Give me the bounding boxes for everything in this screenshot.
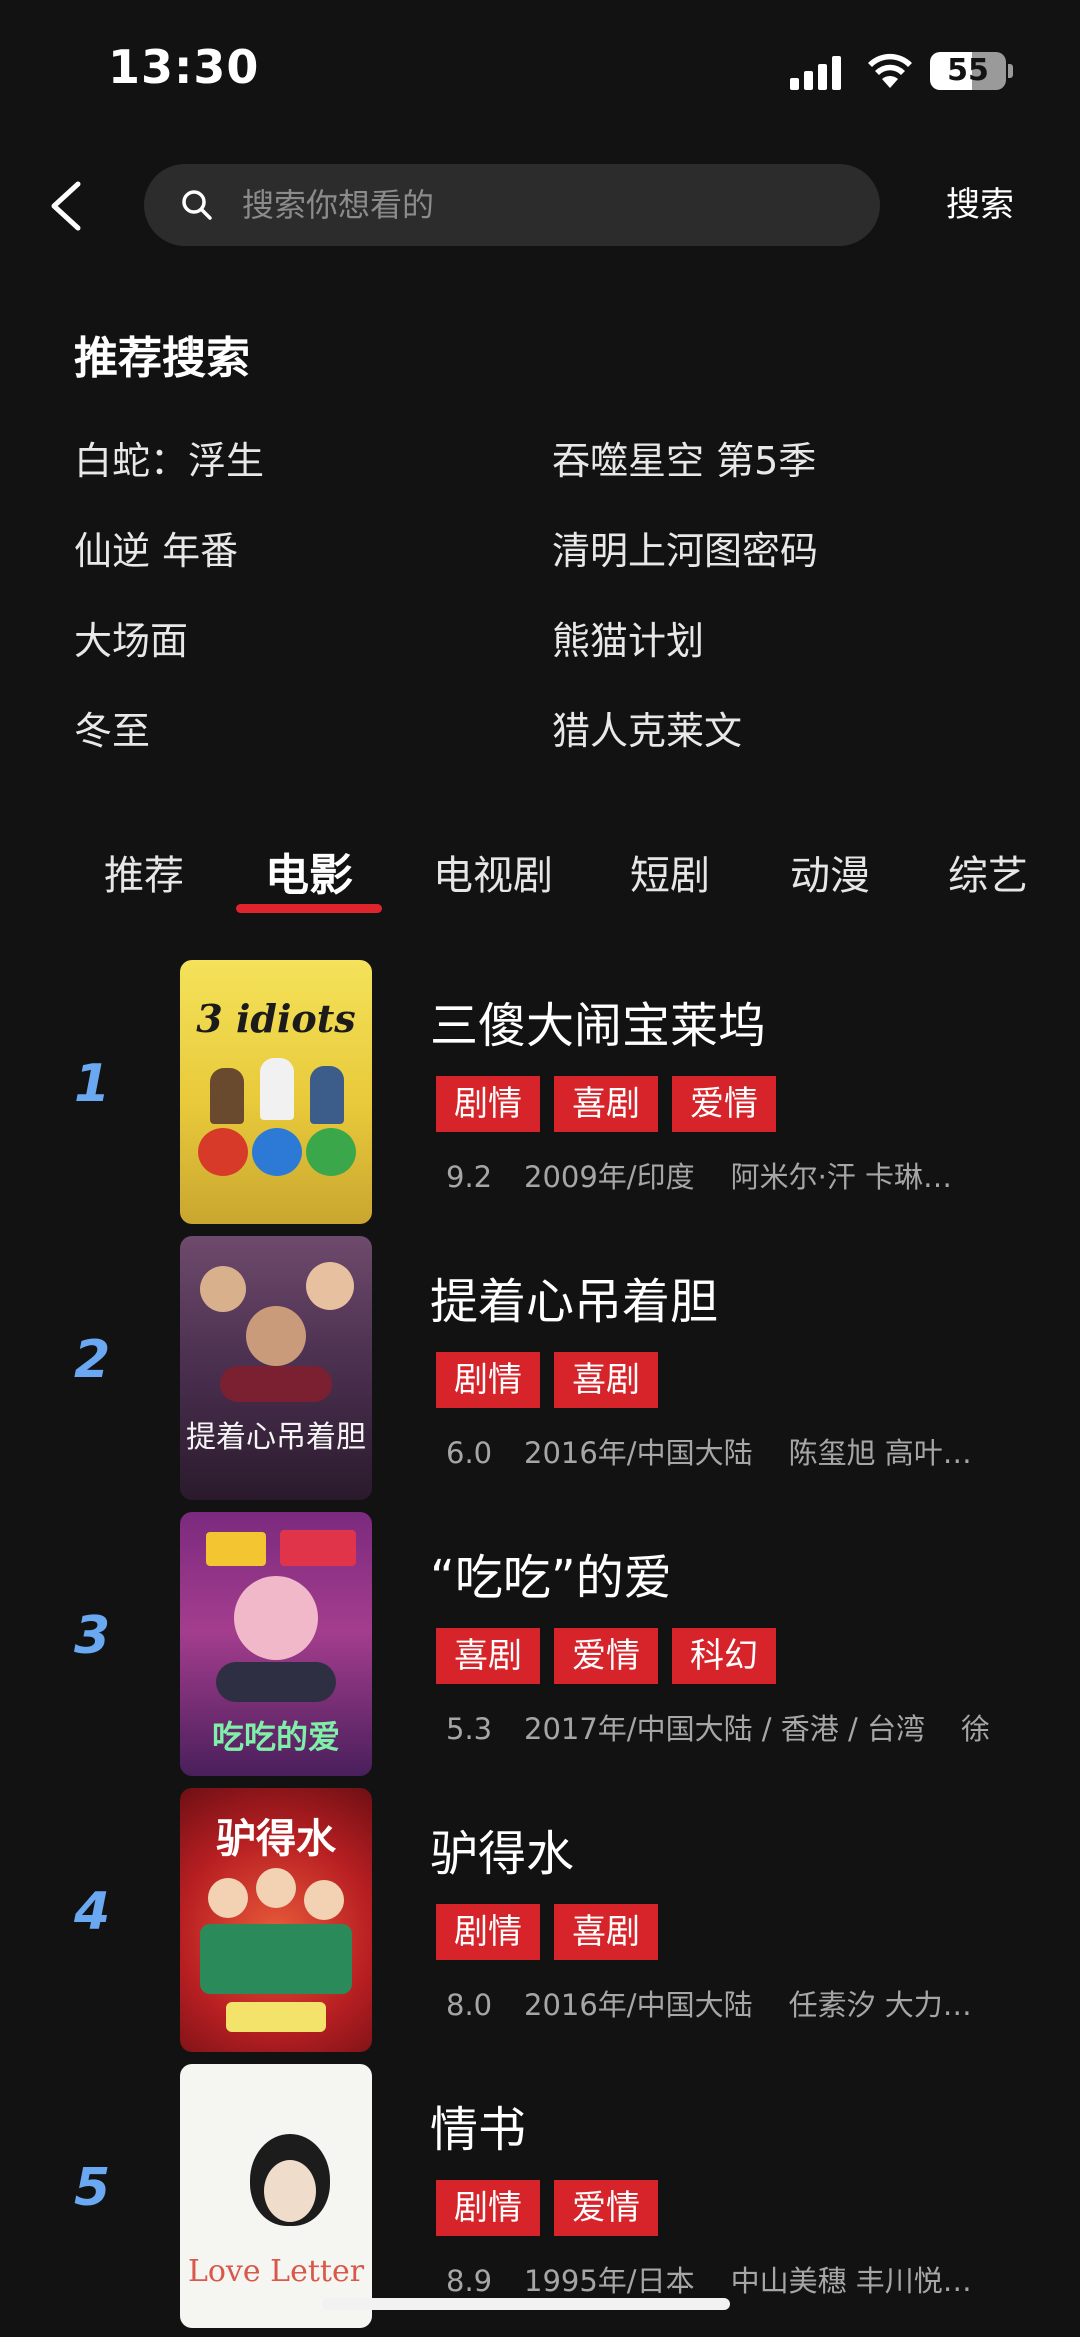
- tab-recommend[interactable]: 推荐: [86, 840, 202, 920]
- movie-score: 9.2: [446, 1160, 493, 1194]
- movie-row[interactable]: 1 3 idiots 三傻大闹宝莱坞 剧情 喜剧 爱情 9.2 2009年/印度 阿…: [0, 958, 1080, 1234]
- category-tabs: 推荐 电影 电视剧 短剧 动漫 综艺: [0, 840, 1080, 940]
- movie-cast: 中山美穗 丰川悦…: [730, 2264, 972, 2298]
- search-box[interactable]: [144, 164, 880, 246]
- recommended-search-item[interactable]: 仙逆 年番: [74, 520, 238, 575]
- battery-percent: 55: [947, 53, 989, 88]
- search-submit-button[interactable]: 搜索: [920, 174, 1040, 236]
- poster-title-text: 驴得水: [216, 1815, 336, 1862]
- tab-anime[interactable]: 动漫: [772, 840, 888, 920]
- movie-poster[interactable]: Love Letter: [180, 2064, 372, 2328]
- movie-row[interactable]: 2 提着心吊着胆 提着心吊着胆 剧情 喜剧 6.0 2016年/中国大陆 陈玺旭 高…: [0, 1234, 1080, 1510]
- movie-poster[interactable]: 提着心吊着胆: [180, 1236, 372, 1500]
- recommended-search-title: 推荐搜索: [74, 333, 250, 384]
- recommended-search-item[interactable]: 白蛇：浮生: [74, 430, 264, 485]
- movie-year-region: 1995年/日本: [524, 2264, 695, 2298]
- movie-poster[interactable]: 驴得水: [180, 1788, 372, 2052]
- genre-tag: 爱情: [554, 2180, 658, 2236]
- search-input[interactable]: [242, 164, 862, 246]
- movie-cast: 徐: [961, 1712, 991, 1746]
- movie-title[interactable]: 情书: [430, 2090, 526, 2160]
- movie-score: 8.9: [446, 2264, 493, 2298]
- wifi-icon: [868, 53, 912, 88]
- movie-row[interactable]: 5 Love Letter 情书 剧情 爱情 8.9 1995年/日本 中山美穗 丰…: [0, 2062, 1080, 2337]
- movie-year-region: 2016年/中国大陆: [524, 1436, 753, 1470]
- battery-icon: 55: [930, 52, 1006, 90]
- movie-year-region: 2016年/中国大陆: [524, 1988, 753, 2022]
- recommended-search-item[interactable]: 清明上河图密码: [552, 520, 818, 575]
- rank-number: 1: [74, 1054, 111, 1114]
- movie-cast: 陈玺旭 高叶…: [788, 1436, 972, 1470]
- movie-score: 8.0: [446, 1988, 493, 2022]
- movie-meta: 8.9 1995年/日本 中山美穗 丰川悦…: [446, 2258, 996, 2300]
- battery-tip: [1008, 64, 1013, 78]
- recommended-search-item[interactable]: 猎人克莱文: [552, 700, 742, 755]
- movie-year-region: 2009年/印度: [524, 1160, 695, 1194]
- tab-tv-series[interactable]: 电视剧: [420, 840, 566, 920]
- tab-short-drama[interactable]: 短剧: [612, 840, 728, 920]
- rank-number: 3: [74, 1606, 111, 1666]
- movie-title[interactable]: 驴得水: [430, 1814, 574, 1884]
- genre-tag: 喜剧: [554, 1076, 658, 1132]
- poster-title-text: Love Letter: [187, 2254, 365, 2289]
- movie-meta: 5.3 2017年/中国大陆 / 香港 / 台湾 徐: [446, 1706, 996, 1748]
- genre-tag: 科幻: [672, 1628, 776, 1684]
- movie-row[interactable]: 4 驴得水 驴得水 剧情 喜剧 8.0 2016年/中国大陆 任素汐 大力…: [0, 1786, 1080, 2062]
- rank-number: 5: [74, 2158, 111, 2218]
- genre-tag: 爱情: [672, 1076, 776, 1132]
- genre-tag: 剧情: [436, 1904, 540, 1960]
- home-indicator[interactable]: [322, 2298, 730, 2310]
- recommended-search-list: 白蛇：浮生 吞噬星空 第5季 仙逆 年番 清明上河图密码 大场面 熊猫计划 冬至…: [74, 430, 1034, 770]
- movie-cast: 任素汐 大力…: [788, 1988, 972, 2022]
- movie-meta: 6.0 2016年/中国大陆 陈玺旭 高叶…: [446, 1430, 996, 1472]
- recommended-search-item[interactable]: 吞噬星空 第5季: [552, 430, 816, 485]
- tab-variety[interactable]: 综艺: [930, 840, 1046, 920]
- movie-title[interactable]: 提着心吊着胆: [430, 1262, 718, 1332]
- genre-tag: 剧情: [436, 2180, 540, 2236]
- movie-poster[interactable]: 3 idiots: [180, 960, 372, 1224]
- movie-meta: 9.2 2009年/印度 阿米尔·汗 卡琳…: [446, 1154, 996, 1196]
- movie-score: 6.0: [446, 1436, 493, 1470]
- genre-tag: 剧情: [436, 1076, 540, 1132]
- recommended-search-item[interactable]: 熊猫计划: [552, 610, 704, 665]
- genre-tag: 喜剧: [436, 1628, 540, 1684]
- movie-year-region: 2017年/中国大陆 / 香港 / 台湾: [524, 1712, 925, 1746]
- cellular-signal-icon: [790, 56, 841, 90]
- movie-row[interactable]: 3 吃吃的爱 “吃吃”的爱 喜剧 爱情 科幻 5.3 2017年/中国大陆 / 香…: [0, 1510, 1080, 1786]
- movie-ranking-list: 1 3 idiots 三傻大闹宝莱坞 剧情 喜剧 爱情 9.2 2009年/印度 阿…: [0, 958, 1080, 2337]
- poster-title-text: 提着心吊着胆: [186, 1420, 366, 1455]
- movie-title[interactable]: 三傻大闹宝莱坞: [430, 986, 766, 1056]
- poster-title-text: 3 idiots: [196, 996, 356, 1041]
- movie-cast: 阿米尔·汗 卡琳…: [730, 1160, 953, 1194]
- status-bar: 13:30 55: [0, 0, 1080, 140]
- movie-title[interactable]: “吃吃”的爱: [430, 1538, 672, 1608]
- movie-poster[interactable]: 吃吃的爱: [180, 1512, 372, 1776]
- genre-tag: 喜剧: [554, 1352, 658, 1408]
- genre-tag: 喜剧: [554, 1904, 658, 1960]
- movie-meta: 8.0 2016年/中国大陆 任素汐 大力…: [446, 1982, 996, 2024]
- status-time: 13:30: [108, 40, 260, 94]
- recommended-search-item[interactable]: 冬至: [74, 700, 150, 755]
- rank-number: 2: [74, 1330, 111, 1390]
- search-icon: [182, 190, 212, 220]
- poster-title-text: 吃吃的爱: [211, 1718, 340, 1756]
- back-arrow-icon[interactable]: [40, 164, 100, 244]
- movie-score: 5.3: [446, 1712, 493, 1746]
- rank-number: 4: [74, 1882, 111, 1942]
- genre-tag: 爱情: [554, 1628, 658, 1684]
- active-tab-indicator: [236, 904, 382, 913]
- genre-tag: 剧情: [436, 1352, 540, 1408]
- recommended-search-item[interactable]: 大场面: [74, 610, 188, 665]
